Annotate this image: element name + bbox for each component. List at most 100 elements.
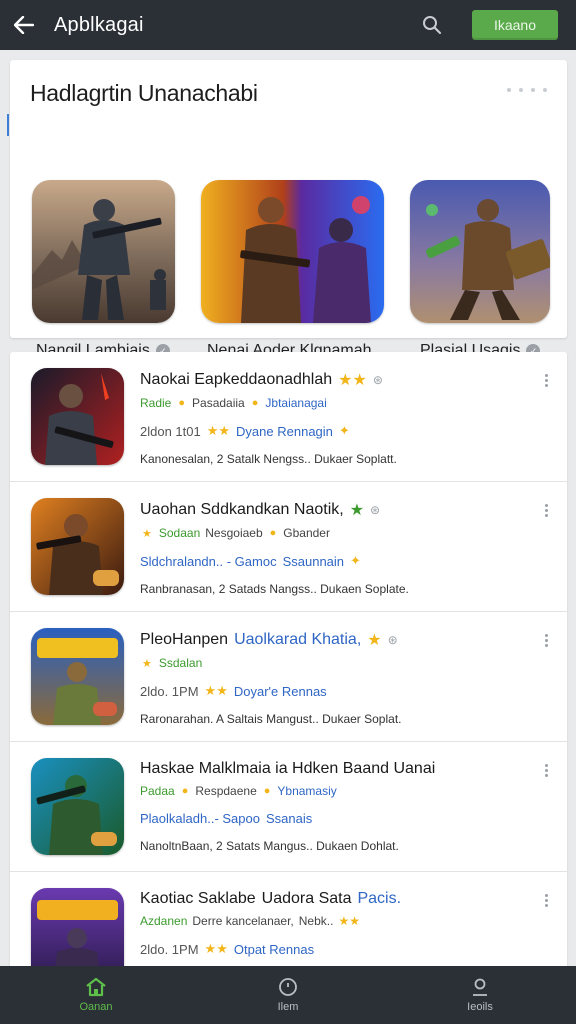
- rating-count: Doyar'e Rennas: [233, 683, 327, 699]
- developer-tag: Sodaan: [158, 526, 201, 540]
- app-list: Naokai Eapkeddaonadhlah ★★ ⊛ Radie ● Pas…: [10, 352, 567, 968]
- app-name-part: Uadora Sata: [261, 890, 352, 907]
- app-title: PleoHanpen Uaolkarad Khatia, ★ ⊛: [140, 630, 527, 650]
- back-arrow-icon[interactable]: [12, 13, 36, 37]
- app-name: Uaohan Sddkandkan Naotik,: [140, 501, 344, 518]
- star-icon: ★: [349, 502, 365, 519]
- release-date: Sldchralandn.. - Gamoc: [140, 553, 277, 569]
- coin-icon: ●: [269, 527, 277, 539]
- list-item[interactable]: Uaohan Sddkandkan Naotik, ★ ⊛ ★ Sodaan N…: [10, 482, 567, 612]
- more-options-icon[interactable]: [545, 504, 549, 517]
- app-icon: [31, 888, 124, 968]
- more-options-icon[interactable]: [545, 764, 549, 777]
- nav-home-label: Oanan: [79, 1001, 113, 1013]
- scroll-accent: [7, 114, 9, 136]
- stats-line: 2ldo. 1PM ★★ Otpat Rennas: [140, 941, 527, 957]
- app-name: PleoHanpen: [140, 631, 229, 648]
- install-button[interactable]: Ikaano: [472, 10, 558, 40]
- app-icon: [31, 628, 124, 725]
- rating-count: Ssaunnain: [282, 553, 345, 569]
- list-item-text: PleoHanpen Uaolkarad Khatia, ★ ⊛ ★ Ssdal…: [140, 630, 527, 726]
- rating-count: Ssanais: [265, 811, 313, 826]
- release-date: Plaolkaladh..- Sapoo: [140, 811, 260, 826]
- rating-stars: ★★: [338, 914, 360, 928]
- list-item[interactable]: Naokai Eapkeddaonadhlah ★★ ⊛ Radie ● Pas…: [10, 352, 567, 482]
- nav-updates-label: Ilem: [277, 1001, 299, 1013]
- developer-link[interactable]: Nebk..: [299, 914, 334, 928]
- app-title: Haskae Malklmaia ia Hdken Baand Uanai: [140, 760, 527, 778]
- award-icon: ⊛: [370, 503, 381, 517]
- app-title: Uaohan Sddkandkan Naotik, ★ ⊛: [140, 500, 527, 520]
- nav-profile[interactable]: Ieoils: [384, 966, 576, 1024]
- nav-updates[interactable]: Ilem: [192, 966, 384, 1024]
- developer-line: ★ Sodaan Nesgoiaeb ● Gbander: [140, 526, 527, 540]
- stats-line: Sldchralandn.. - Gamoc Ssaunnain ✦: [140, 553, 527, 569]
- rating-count: Dyane Rennagin: [236, 423, 333, 439]
- stats-line: Plaolkaladh..- Sapoo Ssanais: [140, 811, 527, 826]
- coin-icon: ●: [251, 397, 259, 409]
- nav-home[interactable]: Oanan: [0, 966, 192, 1024]
- rating-stars: ★★: [204, 683, 228, 698]
- developer-name: Respdaene: [195, 784, 257, 798]
- app-description: NanoltnBaan, 2 Satats Mangus.. Dukaen Do…: [140, 839, 399, 853]
- search-icon[interactable]: [420, 13, 444, 37]
- more-options-icon[interactable]: [545, 894, 549, 907]
- list-item[interactable]: PleoHanpen Uaolkarad Khatia, ★ ⊛ ★ Ssdal…: [10, 612, 567, 742]
- developer-name: Pasadaiia: [192, 396, 245, 410]
- developer-line: Radie ● Pasadaiia ● Jbtaianagai: [140, 396, 527, 410]
- release-date: 2ldo. 1PM: [140, 941, 199, 957]
- developer-tag: Radie: [140, 396, 172, 410]
- app-title: Naokai Eapkeddaonadhlah ★★ ⊛: [140, 370, 527, 390]
- developer-link[interactable]: Ybnamasiy: [277, 784, 336, 798]
- developer-line: Azdanen Derre kancelanaer, Nebk.. ★★: [140, 914, 527, 928]
- more-options-icon[interactable]: [545, 374, 549, 387]
- developer-name: Derre kancelanaer,: [192, 914, 294, 928]
- app-name: Kaotiac Saklabe: [140, 890, 256, 907]
- developer-name: Nesgoiaeb: [205, 526, 263, 540]
- nav-profile-label: Ieoils: [467, 1001, 493, 1013]
- home-icon: [86, 977, 106, 997]
- featured-tile-2[interactable]: Nenai Aoder Klgnamah: [201, 180, 384, 359]
- app-description: Kanonesalan, 2 Satalk Nengss.. Dukaer So…: [140, 452, 397, 466]
- rating-stars: ★★: [204, 941, 228, 956]
- featured-tile-1[interactable]: Nangil Lambiais ✓: [32, 180, 175, 359]
- developer-link[interactable]: Gbander: [283, 526, 330, 540]
- app-title: Kaotiac Saklabe Uadora Sata Pacis.: [140, 890, 527, 908]
- app-name-highlight: Uaolkarad Khatia,: [234, 631, 362, 648]
- developer-line: Padaa ● Respdaene ● Ybnamasiy: [140, 784, 527, 798]
- coin-icon: ●: [263, 785, 271, 797]
- app-description: Ranbranasan, 2 Satads Nangss.. Dukaen So…: [140, 582, 409, 596]
- list-item-text: Kaotiac Saklabe Uadora Sata Pacis. Azdan…: [140, 890, 527, 957]
- star-icon: ★: [142, 527, 152, 540]
- developer-line: ★ Ssdalan: [140, 656, 527, 670]
- developer-tag: Padaa: [140, 784, 175, 798]
- app-name-highlight: Pacis.: [357, 890, 402, 907]
- award-icon: ⊛: [387, 633, 398, 647]
- carousel-indicator[interactable]: [507, 88, 547, 92]
- coin-icon: ●: [181, 785, 189, 797]
- featured-art-2: [201, 180, 384, 323]
- list-item-text: Naokai Eapkeddaonadhlah ★★ ⊛ Radie ● Pas…: [140, 370, 527, 466]
- app-title: Apblkagai: [54, 13, 144, 36]
- list-item-text: Uaohan Sddkandkan Naotik, ★ ⊛ ★ Sodaan N…: [140, 500, 527, 596]
- list-item-text: Haskae Malklmaia ia Hdken Baand Uanai Pa…: [140, 760, 527, 853]
- clock-icon: [279, 978, 297, 996]
- star-icon: ★★: [338, 372, 367, 389]
- list-item[interactable]: Haskae Malklmaia ia Hdken Baand Uanai Pa…: [10, 742, 567, 872]
- developer-tag: Ssdalan: [158, 656, 203, 670]
- developer-tag: Azdanen: [140, 914, 188, 928]
- featured-tile-3[interactable]: Plasial Usagis ✓: [410, 180, 550, 359]
- release-date: 2ldo. 1PM: [140, 683, 199, 699]
- stats-line: 2ldon 1t01 ★★ Dyane Rennagin ✦: [140, 423, 527, 439]
- featured-art-1: [32, 180, 175, 323]
- featured-section: Hadlagrtin Unanachabi Nangil Lambiais ✓: [7, 60, 567, 359]
- star-icon: ★: [142, 657, 152, 670]
- list-item[interactable]: Kaotiac Saklabe Uadora Sata Pacis. Azdan…: [10, 872, 567, 968]
- developer-link[interactable]: Jbtaianagai: [265, 396, 326, 410]
- release-date: 2ldon 1t01: [140, 423, 201, 439]
- app-name: Haskae Malklmaia ia Hdken Baand Uanai: [140, 760, 436, 777]
- app-icon: [31, 498, 124, 595]
- more-options-icon[interactable]: [545, 634, 549, 647]
- top-app-bar: Apblkagai Ikaano: [0, 0, 576, 50]
- rating-count: Otpat Rennas: [233, 941, 315, 957]
